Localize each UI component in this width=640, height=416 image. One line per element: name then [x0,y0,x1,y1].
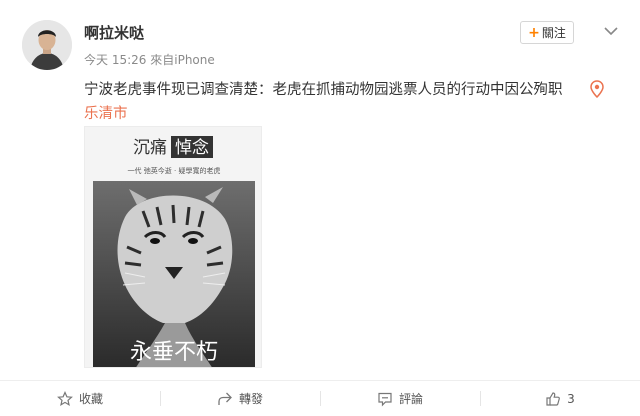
thumbs-up-icon [546,391,561,406]
post-meta: 今天 15:26 來自iPhone [84,51,215,68]
post-text: 宁波老虎事件现已调查清楚：老虎在抓捕动物园逃票人员的行动中因公殉职 [84,82,563,98]
comment-icon [378,392,392,406]
location-link[interactable]: 乐清市 [84,102,128,126]
comment-button[interactable]: 評論 [320,381,480,416]
repost-label: 轉發 [238,392,263,406]
chevron-down-icon[interactable] [600,20,622,42]
like-button[interactable]: 3 [480,381,640,416]
plus-icon: + [528,24,540,41]
comment-label: 評論 [398,392,423,406]
favorite-label: 收藏 [78,392,103,406]
repost-button[interactable]: 轉發 [160,381,320,416]
image-title-right: 悼念 [175,137,209,158]
favorite-button[interactable]: 收藏 [0,381,160,416]
follow-label: 關注 [541,26,566,40]
post-source[interactable]: iPhone [174,53,215,67]
image-subtitle: 一代 弛英今逝 · 疑學寬的老虎 [128,166,221,175]
image-title-left: 沉痛 [133,138,167,158]
username[interactable]: 啊拉米哒 [84,22,144,43]
avatar[interactable] [22,20,72,70]
post-image[interactable]: 沉痛 悼念 一代 弛英今逝 · 疑學寬的老虎 永垂不朽 [84,126,262,368]
star-icon [57,390,73,406]
image-bottom-text: 永垂不朽 [130,340,218,365]
post-time: 今天 15:26 [84,53,147,67]
follow-button[interactable]: + 關注 [520,21,574,44]
like-count: 3 [567,391,575,406]
source-prefix: 來自 [150,53,175,67]
repost-icon [218,392,232,405]
action-bar: 收藏 轉發 評論 3 [0,381,640,416]
location-pin-icon [590,80,608,100]
